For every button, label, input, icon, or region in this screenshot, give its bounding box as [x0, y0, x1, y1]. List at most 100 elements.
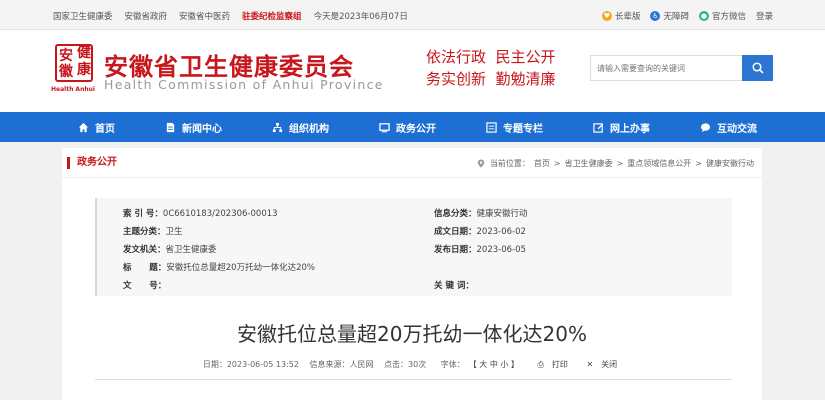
wechat-link[interactable]: ● 官方微信 [698, 10, 746, 22]
info-value: 0C6610183/202306-00013 [162, 209, 278, 219]
info-key: 信息分类： [434, 209, 477, 219]
monitor-icon [379, 122, 390, 132]
print-label: 打印 [551, 360, 568, 369]
top-tools: ♥ 长辈版 ♿ 无障碍 ● 官方微信 登录 [592, 10, 773, 22]
nav-label: 网上办事 [610, 123, 650, 135]
info-value: 省卫生健康委 [165, 245, 217, 255]
info-table: 索 引 号：0C6610183/202306-00013 主题分类：卫生 发文机… [95, 198, 732, 296]
top-link-nhc[interactable]: 国家卫生健康委 [53, 10, 113, 22]
info-title: 标 题：安徽托位总量超20万托幼一体化达20% [123, 261, 315, 273]
article-meta: 日期：2023-06-05 13:52 信息来源：人民网 点击：30次 字体： 【… [62, 359, 762, 370]
print-button[interactable]: ⎙ 打印 [533, 360, 571, 369]
top-links: 国家卫生健康委 安徽省政府 安徽省中医药 驻委纪检监察组 今天是2023年06月… [53, 10, 420, 22]
wechat-label: 官方微信 [711, 12, 746, 22]
close-icon: ✕ [586, 360, 594, 369]
close-button[interactable]: ✕ 关闭 [582, 360, 621, 369]
info-key: 发布日期： [434, 245, 477, 255]
info-publish-date: 发布日期：2023-06-05 [434, 243, 526, 255]
top-bar: 国家卫生健康委 安徽省政府 安徽省中医药 驻委纪检监察组 今天是2023年06月… [0, 0, 825, 30]
elder-mode-label: 长辈版 [614, 12, 641, 22]
info-value: 健康安徽行动 [476, 209, 528, 219]
nav-item-home[interactable]: 首页 [78, 112, 115, 142]
info-keywords: 关 键 词： [434, 279, 474, 291]
info-key: 主题分类： [123, 227, 166, 237]
top-date: 今天是2023年06月07日 [313, 12, 408, 22]
info-value: 安徽托位总量超20万托幼一体化达20% [166, 263, 315, 273]
info-written-date: 成文日期：2023-06-02 [434, 225, 526, 237]
nav-label: 专题专栏 [503, 123, 543, 135]
search-button[interactable] [742, 55, 773, 81]
breadcrumb-commission[interactable]: 省卫生健康委 [565, 158, 613, 169]
info-key: 索 引 号： [123, 209, 163, 219]
breadcrumb-sep: > [695, 159, 702, 168]
chat-icon [700, 122, 711, 132]
edit-icon [593, 122, 604, 133]
top-link-tcm[interactable]: 安徽省中医药 [179, 10, 230, 22]
article-title: 安徽托位总量超20万托幼一体化达20% [237, 322, 587, 346]
breadcrumb-key-areas[interactable]: 重点领域信息公开 [627, 158, 691, 169]
search-input[interactable] [591, 56, 741, 80]
info-key: 文 号： [123, 281, 167, 291]
breadcrumb-prefix: 当前位置： [489, 159, 530, 168]
slogan: 依法行政 民主公开 务实创新 勤勉清廉 [426, 46, 556, 90]
top-link-province-gov[interactable]: 安徽省政府 [125, 10, 168, 22]
info-index-no: 索 引 号：0C6610183/202306-00013 [123, 207, 278, 219]
logo-char: 康 [77, 62, 91, 78]
nav-item-topics[interactable]: 专题专栏 [486, 112, 543, 142]
org-chart-icon [272, 122, 283, 132]
nav-label: 互动交流 [717, 123, 757, 135]
search-icon [751, 62, 764, 74]
info-topic: 主题分类：卫生 [123, 225, 183, 237]
nav-label: 新闻中心 [182, 123, 222, 135]
site-title-en: Health Commission of Anhui Province [104, 77, 384, 92]
breadcrumb-current[interactable]: 健康安徽行动 [706, 158, 754, 169]
elder-icon: ♥ [601, 11, 612, 21]
site-logo[interactable]: 健 安 徽 康 [55, 44, 93, 82]
wechat-icon: ● [698, 11, 709, 21]
logo-subtitle: Health Anhui [51, 86, 95, 93]
nav-item-interaction[interactable]: 互动交流 [700, 112, 757, 142]
login-link[interactable]: 登录 [756, 10, 773, 22]
accessibility-link[interactable]: ♿ 无障碍 [650, 10, 689, 22]
nav-label: 首页 [95, 123, 115, 135]
article-date: 日期：2023-06-05 13:52 [202, 360, 299, 369]
search-box [590, 55, 773, 81]
info-key: 发文机关： [123, 245, 166, 255]
font-label: 字体： [440, 360, 465, 369]
breadcrumb-home[interactable]: 首页 [534, 158, 550, 169]
info-key: 标 题： [123, 263, 167, 273]
slogan-line-1: 依法行政 民主公开 [426, 48, 556, 66]
top-link-discipline[interactable]: 驻委纪检监察组 [242, 10, 302, 22]
list-icon [486, 121, 497, 133]
nav-item-online-services[interactable]: 网上办事 [593, 112, 650, 142]
breadcrumb-sep: > [553, 159, 561, 168]
login-label: 登录 [755, 12, 773, 22]
nav-item-news[interactable]: 新闻中心 [165, 112, 222, 142]
nav-label: 组织机构 [289, 123, 329, 135]
info-key: 关 键 词： [434, 281, 474, 291]
breadcrumb-sep: > [616, 159, 624, 168]
font-size-options[interactable]: 【 大 中 小 】 [473, 360, 519, 369]
elder-mode-link[interactable]: ♥ 长辈版 [601, 10, 641, 22]
article-source: 信息来源：人民网 [309, 360, 374, 369]
nav-item-organization[interactable]: 组织机构 [272, 112, 329, 142]
logo-char: 安 [59, 48, 73, 64]
logo-char: 徽 [59, 64, 73, 80]
divider [95, 379, 732, 380]
location-pin-icon [477, 159, 485, 168]
section-title: 政务公开 [67, 157, 117, 169]
section-header: 政务公开 当前位置： 首页 > 省卫生健康委 > 重点领域信息公开 > 健康安徽… [62, 148, 762, 178]
slogan-line-2: 务实创新 勤勉清廉 [426, 70, 556, 88]
info-key: 成文日期： [434, 227, 477, 237]
info-value: 2023-06-02 [476, 227, 526, 237]
info-doc-no: 文 号： [123, 279, 166, 291]
document-icon [166, 122, 175, 132]
info-issuer: 发文机关：省卫生健康委 [123, 243, 217, 255]
nav-item-gov-affairs[interactable]: 政务公开 [379, 112, 436, 142]
accessibility-icon: ♿ [650, 11, 661, 21]
logo-char: 健 [77, 45, 91, 61]
site-header: 健 安 徽 康 Health Anhui 安徽省卫生健康委员会 Health C… [0, 30, 825, 112]
print-icon: ⎙ [537, 360, 544, 369]
info-value: 2023-06-05 [476, 245, 526, 255]
info-category: 信息分类：健康安徽行动 [434, 207, 528, 219]
